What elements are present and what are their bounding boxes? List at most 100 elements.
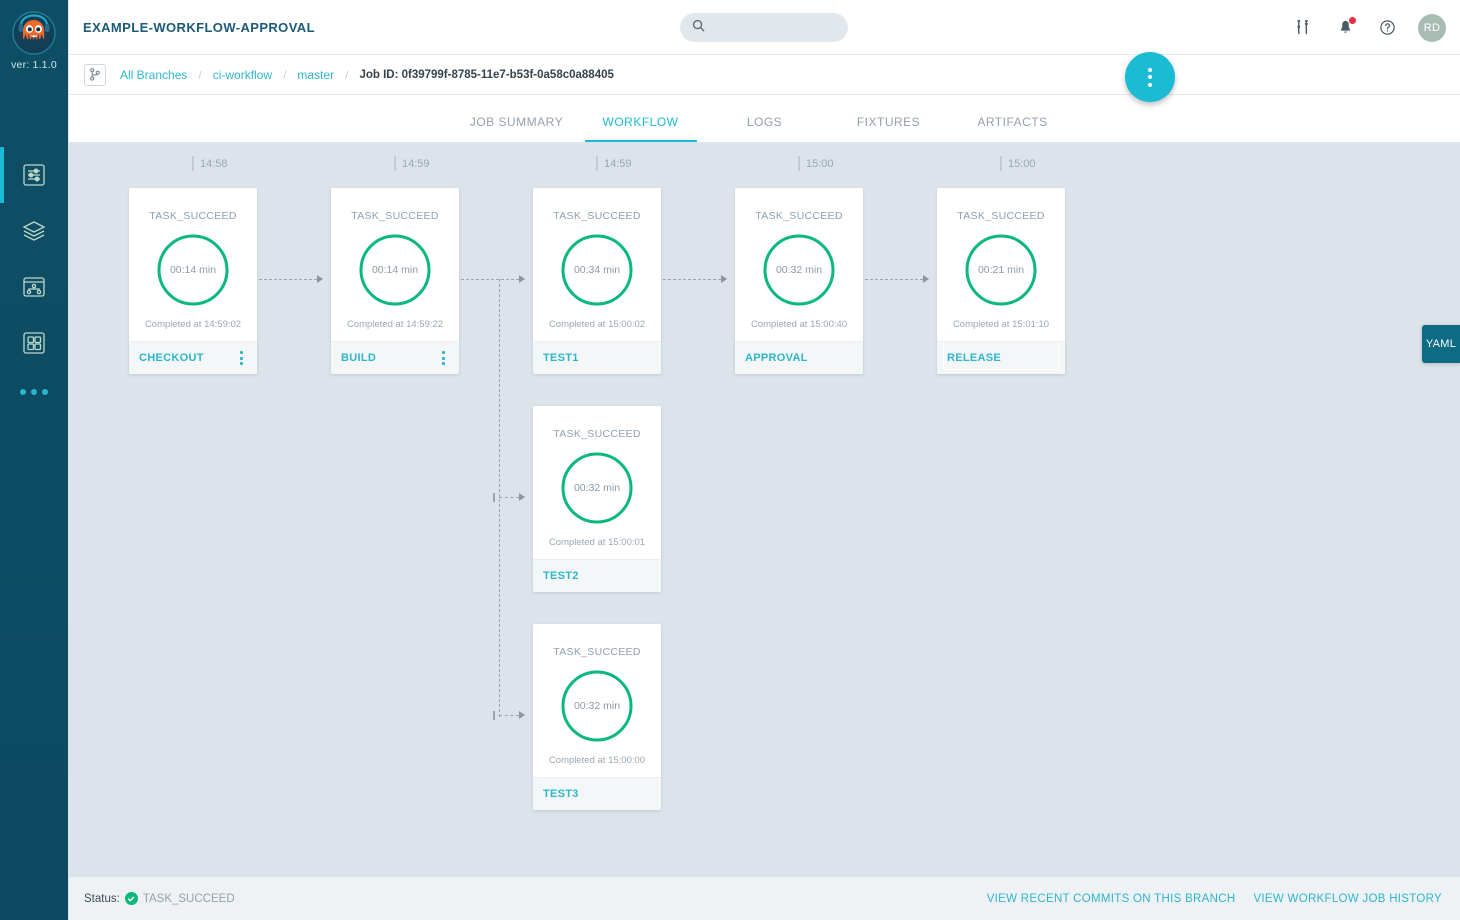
card-footer: TEST1	[533, 341, 661, 374]
card-footer: TEST2	[533, 559, 661, 592]
task-completed: Completed at 15:00:00	[548, 755, 646, 766]
card-footer: BUILD	[331, 341, 459, 374]
breadcrumb-separator: /	[283, 67, 287, 82]
connector-arrow	[317, 275, 323, 283]
task-status: TASK_SUCCEED	[553, 428, 641, 440]
sidebar-item-config[interactable]	[0, 147, 68, 203]
duration-ring: 00:34 min	[560, 233, 634, 307]
task-name: TEST3	[543, 788, 579, 800]
search-icon	[692, 19, 705, 37]
sidebar-item-layers[interactable]	[0, 203, 68, 259]
card-body: TASK_SUCCEED 00:34 min Completed at 15:0…	[533, 188, 661, 341]
task-completed: Completed at 15:00:40	[750, 319, 848, 330]
tab-workflow[interactable]: WORKFLOW	[579, 115, 703, 142]
sidebar: ver: 1.1.0	[0, 0, 68, 920]
card-footer: RELEASE	[937, 336, 1065, 374]
tab-job-summary[interactable]: JOB SUMMARY	[455, 115, 579, 142]
card-menu-icon[interactable]	[438, 347, 449, 369]
task-completed: Completed at 15:00:01	[548, 537, 646, 548]
more-actions-fab[interactable]	[1125, 52, 1175, 102]
status-bar: Status: TASK_SUCCEED VIEW RECENT COMMITS…	[69, 876, 1460, 920]
task-duration: 00:14 min	[371, 264, 419, 276]
sliders-config-icon	[21, 162, 47, 188]
task-status: TASK_SUCCEED	[755, 210, 843, 222]
task-completed: Completed at 14:59:02	[144, 319, 242, 330]
task-duration: 00:32 min	[775, 264, 823, 276]
breadcrumb: All Branches / ci-workflow / master / Jo…	[69, 55, 1460, 95]
status-label: Status:	[84, 892, 120, 905]
search-box[interactable]	[680, 13, 848, 42]
task-status: TASK_SUCCEED	[553, 210, 641, 222]
success-check-icon	[124, 892, 138, 905]
git-branch-icon[interactable]	[84, 63, 106, 86]
task-card-test1[interactable]: TASK_SUCCEED 00:34 min Completed at 15:0…	[533, 188, 661, 374]
connector-arrow	[519, 493, 525, 501]
time-marker: 15:00	[1000, 156, 1036, 171]
task-card-build[interactable]: TASK_SUCCEED 00:14 min Completed at 14:5…	[331, 188, 459, 374]
sidebar-item-dashboard[interactable]	[0, 315, 68, 371]
connector-branch-trunk	[499, 279, 500, 717]
card-body: TASK_SUCCEED 00:14 min Completed at 14:5…	[331, 188, 459, 341]
breadcrumb-repo[interactable]: ci-workflow	[213, 68, 272, 82]
task-card-approval[interactable]: TASK_SUCCEED 00:32 min Completed at 15:0…	[735, 188, 863, 374]
page-title: EXAMPLE-WORKFLOW-APPROVAL	[83, 19, 315, 35]
card-footer: TEST3	[533, 777, 661, 810]
card-body: TASK_SUCCEED 00:32 min Completed at 15:0…	[533, 406, 661, 559]
tab-fixtures[interactable]: FIXTURES	[827, 115, 951, 142]
task-duration: 00:21 min	[977, 264, 1025, 276]
connector-test1-approval	[663, 279, 721, 280]
notifications-bell-icon[interactable]	[1334, 15, 1357, 39]
tab-artifacts[interactable]: ARTIFACTS	[951, 115, 1075, 142]
more-options-icon[interactable]	[0, 389, 68, 395]
duration-ring: 00:14 min	[358, 233, 432, 307]
task-card-release[interactable]: TASK_SUCCEED 00:21 min Completed at 15:0…	[937, 188, 1065, 374]
card-body: TASK_SUCCEED 00:32 min Completed at 15:0…	[533, 624, 661, 777]
breadcrumb-all-branches[interactable]: All Branches	[120, 68, 187, 82]
filter-settings-icon[interactable]	[1292, 17, 1314, 39]
task-name: CHECKOUT	[139, 352, 204, 364]
status-group: Status: TASK_SUCCEED	[84, 892, 235, 905]
duration-ring: 00:32 min	[560, 669, 634, 743]
task-card-test3[interactable]: TASK_SUCCEED 00:32 min Completed at 15:0…	[533, 624, 661, 810]
card-menu-icon[interactable]	[236, 347, 247, 369]
logo-block[interactable]: ver: 1.1.0	[6, 8, 62, 71]
grid-dashboard-icon	[21, 330, 47, 356]
connector-checkout-build	[259, 279, 317, 280]
duration-ring: 00:32 min	[560, 451, 634, 525]
connector-approval-release	[865, 279, 923, 280]
topbar: EXAMPLE-WORKFLOW-APPROVAL RD	[69, 0, 1460, 55]
task-completed: Completed at 15:00:02	[548, 319, 646, 330]
tab-logs[interactable]: LOGS	[703, 115, 827, 142]
task-duration: 00:14 min	[169, 264, 217, 276]
duration-ring: 00:14 min	[156, 233, 230, 307]
main-pane: EXAMPLE-WORKFLOW-APPROVAL RD All Branche…	[68, 0, 1460, 920]
card-body: TASK_SUCCEED 00:14 min Completed at 14:5…	[129, 188, 257, 341]
view-job-history-link[interactable]: VIEW WORKFLOW JOB HISTORY	[1253, 893, 1442, 905]
yaml-tab[interactable]: YAML	[1422, 325, 1460, 363]
search-input[interactable]	[713, 20, 833, 35]
card-footer: APPROVAL	[735, 341, 863, 374]
sidebar-item-workflows[interactable]	[0, 259, 68, 315]
workflow-canvas: 14:58 14:59 14:59 15:00 15:00 TASK_SUCCE…	[69, 142, 1460, 876]
breadcrumb-separator: /	[198, 67, 202, 82]
card-footer: CHECKOUT	[129, 341, 257, 374]
help-circle-icon[interactable]	[1376, 17, 1398, 39]
time-marker: 14:58	[192, 156, 228, 171]
footer-links: VIEW RECENT COMMITS ON THIS BRANCH VIEW …	[987, 893, 1446, 905]
time-marker: 14:59	[394, 156, 430, 171]
task-status: TASK_SUCCEED	[553, 646, 641, 658]
notification-badge	[1348, 15, 1357, 25]
task-card-test2[interactable]: TASK_SUCCEED 00:32 min Completed at 15:0…	[533, 406, 661, 592]
breadcrumb-branch[interactable]: master	[297, 68, 334, 82]
avatar[interactable]: RD	[1418, 13, 1446, 42]
card-body: TASK_SUCCEED 00:21 min Completed at 15:0…	[937, 188, 1065, 341]
time-marker: 14:59	[596, 156, 632, 171]
connector-stub	[493, 493, 495, 502]
connector-arrow	[519, 711, 525, 719]
view-recent-commits-link[interactable]: VIEW RECENT COMMITS ON THIS BRANCH	[987, 893, 1236, 905]
task-card-checkout[interactable]: TASK_SUCCEED 00:14 min Completed at 14:5…	[129, 188, 257, 374]
connector-build-test2	[499, 497, 519, 498]
breadcrumb-job-id: Job ID: 0f39799f-8785-11e7-b53f-0a58c0a8…	[359, 68, 614, 81]
connector-arrow	[923, 275, 929, 283]
octopus-logo	[9, 8, 59, 58]
